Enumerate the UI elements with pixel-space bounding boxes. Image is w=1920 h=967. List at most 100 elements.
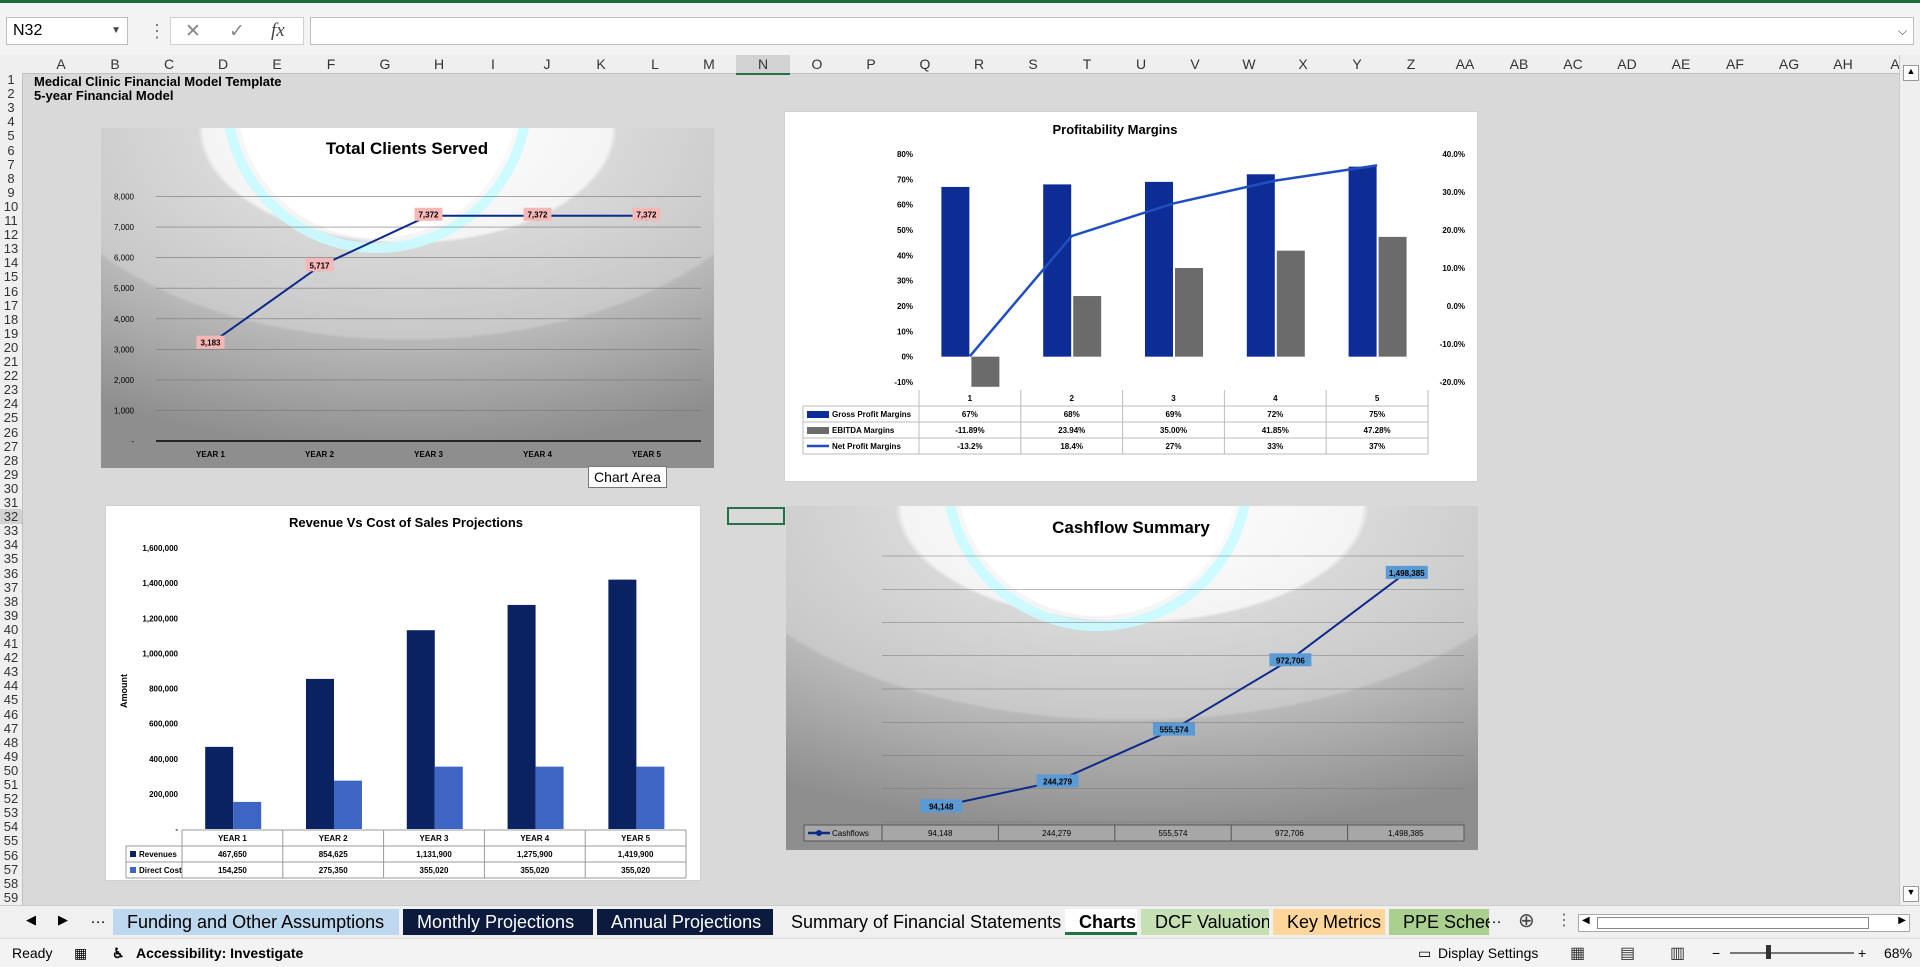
row-header-20[interactable]: 20 bbox=[0, 340, 22, 355]
column-header-A[interactable]: A bbox=[34, 55, 88, 73]
macro-record-icon[interactable]: ▦ bbox=[74, 945, 87, 962]
prev-sheet-icon[interactable]: ◀ bbox=[26, 912, 36, 928]
row-header-37[interactable]: 37 bbox=[0, 580, 22, 595]
column-header-AH[interactable]: AH bbox=[1816, 55, 1870, 73]
row-header-40[interactable]: 40 bbox=[0, 622, 22, 637]
row-header-11[interactable]: 11 bbox=[0, 213, 22, 228]
column-header-AC[interactable]: AC bbox=[1546, 55, 1600, 73]
row-header-30[interactable]: 30 bbox=[0, 481, 22, 496]
column-header-J[interactable]: J bbox=[520, 55, 574, 73]
add-sheet-icon[interactable]: ⊕ bbox=[1518, 908, 1535, 933]
column-header-Q[interactable]: Q bbox=[898, 55, 952, 73]
row-header-26[interactable]: 26 bbox=[0, 425, 22, 440]
row-header-15[interactable]: 15 bbox=[0, 269, 22, 284]
row-header-18[interactable]: 18 bbox=[0, 312, 22, 327]
row-header-12[interactable]: 12 bbox=[0, 227, 22, 242]
row-header-33[interactable]: 33 bbox=[0, 523, 22, 538]
more-options-icon[interactable]: ⋮ bbox=[148, 21, 166, 42]
scroll-up-icon[interactable]: ▲ bbox=[1903, 65, 1919, 81]
column-header-R[interactable]: R bbox=[952, 55, 1006, 73]
row-header-16[interactable]: 16 bbox=[0, 284, 22, 299]
chevron-down-icon[interactable]: ▼ bbox=[111, 18, 121, 44]
row-header-13[interactable]: 13 bbox=[0, 241, 22, 256]
row-header-55[interactable]: 55 bbox=[0, 833, 22, 848]
row-header-34[interactable]: 34 bbox=[0, 537, 22, 552]
row-header-46[interactable]: 46 bbox=[0, 707, 22, 722]
tab-dcf-valuation[interactable]: DCF Valuation bbox=[1141, 909, 1269, 935]
row-header-48[interactable]: 48 bbox=[0, 735, 22, 750]
zoom-in-icon[interactable]: + bbox=[1858, 945, 1866, 961]
column-header-P[interactable]: P bbox=[844, 55, 898, 73]
selected-cell[interactable] bbox=[727, 507, 785, 525]
row-header-58[interactable]: 58 bbox=[0, 876, 22, 891]
chart-total-clients[interactable]: Total Clients Served - 1,000 2,000 3,000 4,00… bbox=[101, 128, 714, 468]
more-sheets-right-icon[interactable]: … bbox=[1486, 910, 1502, 928]
vertical-scrollbar[interactable]: ▲ ▼ bbox=[1899, 55, 1920, 905]
column-header-B[interactable]: B bbox=[88, 55, 142, 73]
column-header-F[interactable]: F bbox=[304, 55, 358, 73]
row-header-38[interactable]: 38 bbox=[0, 594, 22, 609]
column-header-Z[interactable]: Z bbox=[1384, 55, 1438, 73]
column-header-O[interactable]: O bbox=[790, 55, 844, 73]
row-header-22[interactable]: 22 bbox=[0, 368, 22, 383]
zoom-level[interactable]: 68% bbox=[1884, 945, 1912, 961]
row-header-3[interactable]: 3 bbox=[0, 100, 22, 115]
zoom-out-icon[interactable]: − bbox=[1712, 945, 1720, 961]
column-header-X[interactable]: X bbox=[1276, 55, 1330, 73]
column-header-N[interactable]: N bbox=[736, 55, 790, 75]
row-header-17[interactable]: 17 bbox=[0, 298, 22, 313]
column-header-K[interactable]: K bbox=[574, 55, 628, 73]
sheet-title[interactable]: Medical Clinic Financial Model Template bbox=[34, 74, 282, 89]
row-header-43[interactable]: 43 bbox=[0, 664, 22, 679]
row-header-57[interactable]: 57 bbox=[0, 862, 22, 877]
row-header-4[interactable]: 4 bbox=[0, 114, 22, 129]
tab-funding-and-other-assumptions[interactable]: Funding and Other Assumptions bbox=[113, 909, 399, 935]
row-header-25[interactable]: 25 bbox=[0, 410, 22, 425]
row-header-56[interactable]: 56 bbox=[0, 848, 22, 863]
column-header-AB[interactable]: AB bbox=[1492, 55, 1546, 73]
normal-view-icon[interactable]: ▦ bbox=[1570, 943, 1585, 963]
row-header-23[interactable]: 23 bbox=[0, 382, 22, 397]
row-header-2[interactable]: 2 bbox=[0, 86, 22, 101]
row-header-27[interactable]: 27 bbox=[0, 439, 22, 454]
enter-icon[interactable]: ✓ bbox=[229, 20, 245, 43]
page-break-icon[interactable]: ▥ bbox=[1670, 943, 1685, 963]
accessibility-icon[interactable]: ♿︎ bbox=[112, 945, 125, 962]
row-header-5[interactable]: 5 bbox=[0, 128, 22, 143]
row-header-19[interactable]: 19 bbox=[0, 326, 22, 341]
more-sheets-left-icon[interactable]: … bbox=[90, 910, 106, 928]
row-header-1[interactable]: 1 bbox=[0, 73, 22, 87]
horizontal-scroll-thumb[interactable] bbox=[1597, 917, 1869, 929]
row-header-36[interactable]: 36 bbox=[0, 566, 22, 581]
display-settings[interactable]: Display Settings bbox=[1438, 945, 1538, 961]
row-header-14[interactable]: 14 bbox=[0, 255, 22, 270]
column-header-H[interactable]: H bbox=[412, 55, 466, 73]
row-header-24[interactable]: 24 bbox=[0, 396, 22, 411]
row-header-8[interactable]: 8 bbox=[0, 171, 22, 186]
row-header-50[interactable]: 50 bbox=[0, 763, 22, 778]
next-sheet-icon[interactable]: ▶ bbox=[58, 912, 68, 928]
row-header-51[interactable]: 51 bbox=[0, 777, 22, 792]
row-header-39[interactable]: 39 bbox=[0, 608, 22, 623]
column-header-G[interactable]: G bbox=[358, 55, 412, 73]
row-header-9[interactable]: 9 bbox=[0, 185, 22, 200]
column-header-D[interactable]: D bbox=[196, 55, 250, 73]
column-header-L[interactable]: L bbox=[628, 55, 682, 73]
expand-formula-icon[interactable]: ⌵ bbox=[1898, 24, 1907, 39]
page-layout-icon[interactable]: ▤ bbox=[1620, 943, 1635, 963]
column-header-M[interactable]: M bbox=[682, 55, 736, 73]
row-header-6[interactable]: 6 bbox=[0, 143, 22, 158]
scroll-down-icon[interactable]: ▼ bbox=[1903, 886, 1919, 902]
column-header-Y[interactable]: Y bbox=[1330, 55, 1384, 73]
sheet-subtitle[interactable]: 5-year Financial Model bbox=[34, 88, 173, 103]
scroll-left-icon[interactable]: ◀ bbox=[1582, 915, 1590, 926]
tab-ppe-schedul[interactable]: PPE Schedul bbox=[1389, 909, 1489, 935]
row-header-7[interactable]: 7 bbox=[0, 157, 22, 172]
row-header-45[interactable]: 45 bbox=[0, 692, 22, 707]
row-header-59[interactable]: 59 bbox=[0, 890, 22, 905]
column-header-E[interactable]: E bbox=[250, 55, 304, 73]
column-header-T[interactable]: T bbox=[1060, 55, 1114, 73]
column-header-C[interactable]: C bbox=[142, 55, 196, 73]
row-header-47[interactable]: 47 bbox=[0, 721, 22, 736]
row-header-53[interactable]: 53 bbox=[0, 805, 22, 820]
